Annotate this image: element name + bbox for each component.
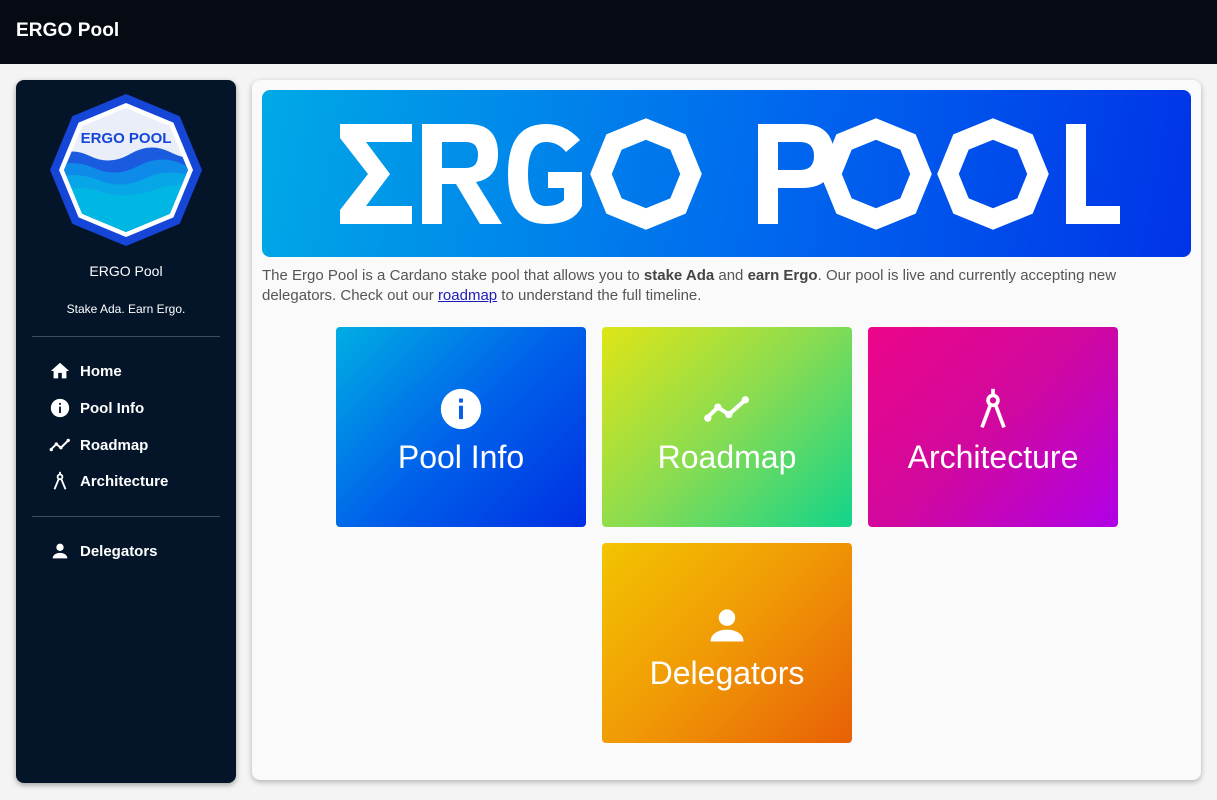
home-icon — [49, 360, 71, 382]
app-bar: ERGO Pool — [0, 0, 1217, 64]
hero-banner: ERGO POOL — [262, 90, 1191, 257]
info-icon — [49, 397, 71, 419]
intro-text: to understand the full timeline. — [497, 287, 702, 304]
person-icon — [602, 603, 852, 647]
sidebar-divider — [32, 516, 220, 517]
sidebar-divider — [32, 336, 220, 337]
card-label: Roadmap — [657, 439, 797, 475]
card-label: Delegators — [649, 655, 805, 691]
intro-emphasis-stake-ada: stake Ada — [643, 267, 715, 284]
sidebar: ERGO POOL ERGO Pool Stake Ada. Earn Ergo… — [16, 80, 236, 783]
logo-text: ERGO POOL — [81, 130, 172, 147]
sidebar-item-label: Roadmap — [80, 436, 149, 454]
sidebar-item-label: Delegators — [80, 542, 158, 560]
card-delegators[interactable]: Delegators — [602, 543, 852, 743]
compass-icon — [49, 470, 71, 492]
person-icon — [49, 540, 71, 562]
compass-icon — [868, 387, 1118, 431]
intro-text: The Ergo Pool is a Cardano stake pool th… — [262, 267, 644, 284]
sidebar-tagline: Stake Ada. Earn Ergo. — [66, 302, 186, 316]
timeline-icon — [602, 387, 852, 431]
app-title: ERGO Pool — [16, 20, 120, 41]
sidebar-item-pool-info[interactable]: Pool Info — [49, 395, 144, 421]
sidebar-item-label: Architecture — [80, 472, 169, 490]
timeline-icon — [49, 434, 71, 456]
card-label: Architecture — [907, 439, 1079, 475]
main-content: ERGO POOL The Ergo Pool is a Cardano sta… — [252, 80, 1201, 780]
card-roadmap[interactable]: Roadmap — [602, 327, 852, 527]
sidebar-title: ERGO Pool — [89, 263, 163, 279]
info-icon — [336, 387, 586, 431]
intro-emphasis-earn-ergo: earn Ergo — [747, 267, 818, 284]
sidebar-item-delegators[interactable]: Delegators — [49, 538, 158, 564]
sidebar-item-label: Home — [80, 362, 122, 380]
hero-logo-wordmark: ERGO POOL — [340, 118, 1120, 230]
sidebar-item-home[interactable]: Home — [49, 358, 122, 384]
intro-paragraph: The Ergo Pool is a Cardano stake pool th… — [262, 266, 1191, 306]
ergo-pool-logo: ERGO POOL — [50, 94, 202, 246]
roadmap-link[interactable]: roadmap — [438, 287, 497, 304]
sidebar-item-roadmap[interactable]: Roadmap — [49, 432, 148, 458]
intro-text: and — [714, 267, 748, 284]
card-label: Pool Info — [397, 439, 525, 475]
sidebar-item-architecture[interactable]: Architecture — [49, 468, 168, 494]
sidebar-item-label: Pool Info — [80, 399, 145, 417]
card-architecture[interactable]: Architecture — [868, 327, 1118, 527]
card-pool-info[interactable]: Pool Info — [336, 327, 586, 527]
